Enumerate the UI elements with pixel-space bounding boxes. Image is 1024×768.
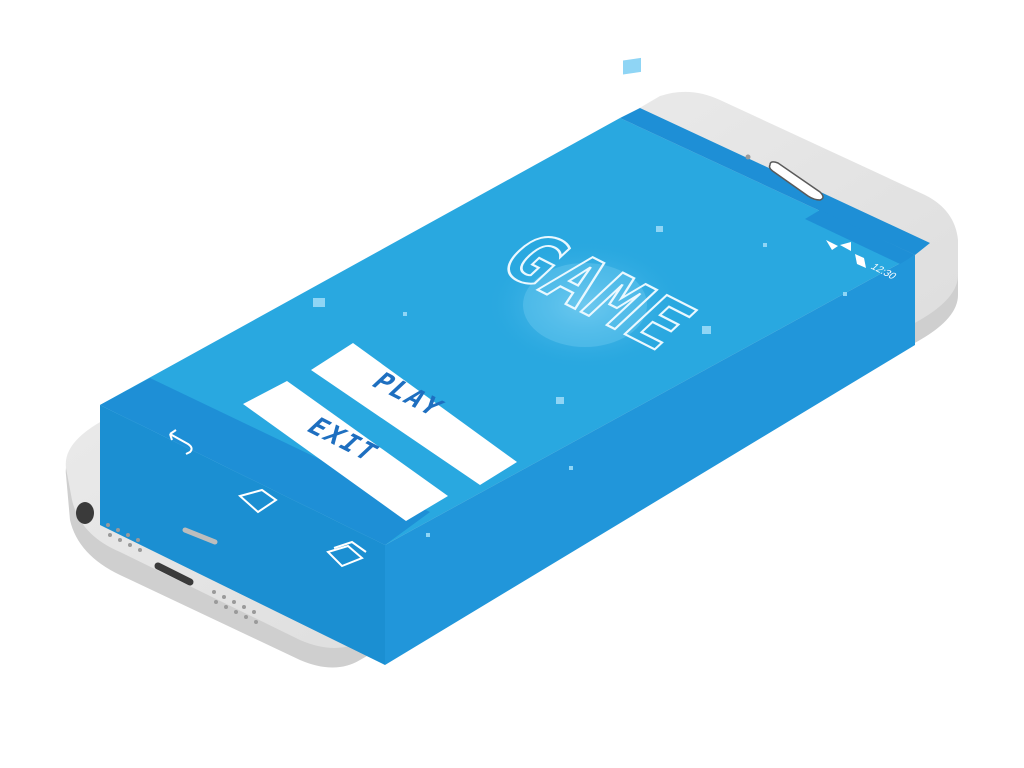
- front-camera: [745, 154, 751, 160]
- headphone-jack: [76, 502, 94, 524]
- scene: GAME PLAY EXIT 12:30: [0, 0, 1024, 768]
- phone-illustration: GAME PLAY EXIT 12:30: [65, 57, 958, 668]
